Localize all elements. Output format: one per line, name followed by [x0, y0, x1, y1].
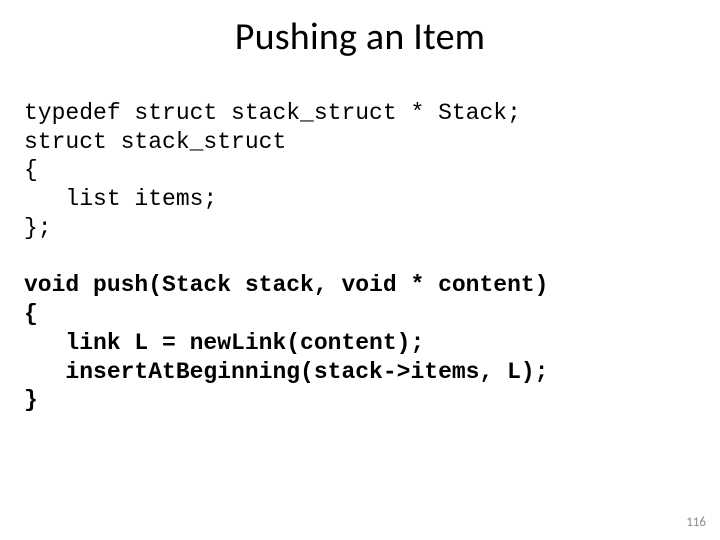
code-line: link L = newLink(content); — [24, 330, 424, 356]
slide: Pushing an Item typedef struct stack_str… — [0, 0, 720, 540]
code-line: struct stack_struct — [24, 129, 286, 155]
code-line: { — [24, 157, 38, 183]
code-line: insertAtBeginning(stack->items, L); — [24, 359, 549, 385]
code-line: typedef struct stack_struct * Stack; — [24, 100, 521, 126]
page-number: 116 — [686, 515, 706, 530]
code-push-block: void push(Stack stack, void * content) {… — [0, 243, 720, 416]
code-line: } — [24, 387, 38, 413]
slide-title: Pushing an Item — [0, 0, 720, 70]
code-line: list items; — [24, 186, 217, 212]
code-line: { — [24, 301, 38, 327]
code-line: }; — [24, 215, 52, 241]
code-line: void push(Stack stack, void * content) — [24, 272, 549, 298]
code-typedef-block: typedef struct stack_struct * Stack; str… — [0, 70, 720, 243]
